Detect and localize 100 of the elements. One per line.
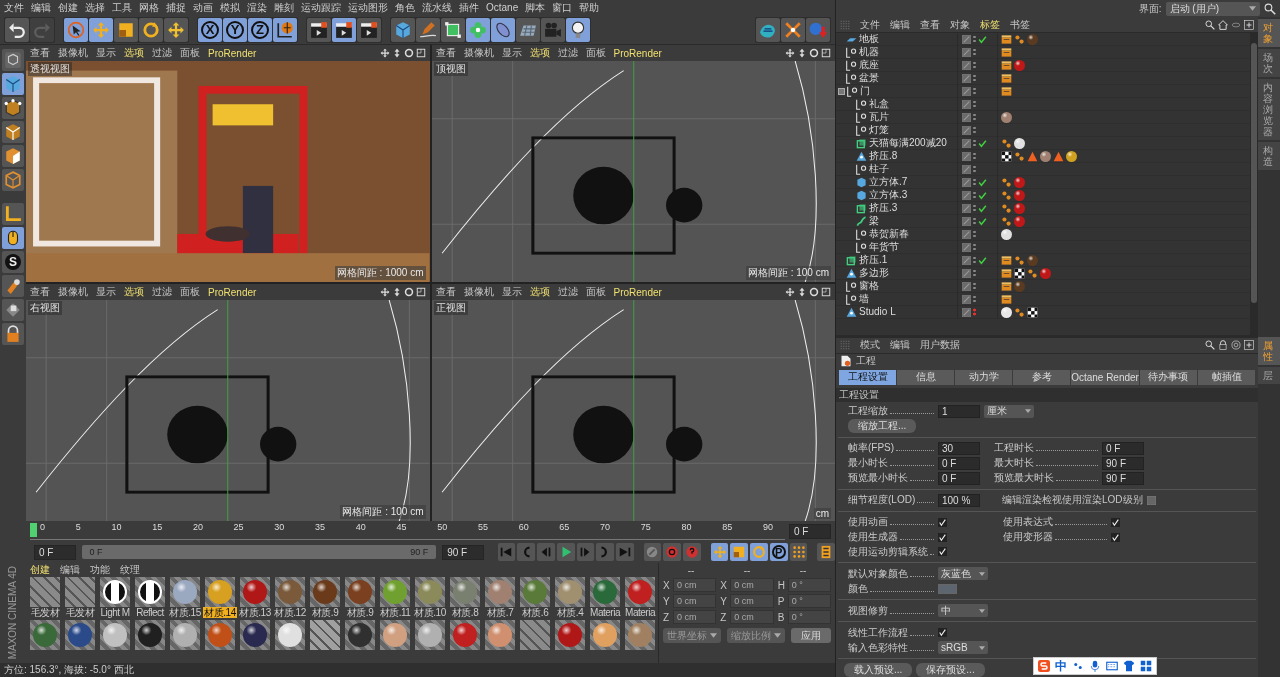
visibility-dots[interactable]	[973, 282, 976, 290]
render-tag-icon[interactable]	[1001, 59, 1012, 71]
layer-icon[interactable]	[962, 151, 971, 161]
cursor-icon[interactable]	[64, 17, 88, 42]
coordinate-field[interactable]: 0 cm	[673, 610, 717, 624]
menu-item[interactable]: 编辑	[890, 17, 910, 32]
menu-item[interactable]: 插件	[459, 1, 479, 14]
layer-icon[interactable]	[962, 255, 971, 265]
menu-item[interactable]: 捕捉	[166, 1, 186, 14]
menu-item[interactable]: 选项	[124, 285, 144, 299]
skip-start-icon[interactable]	[497, 543, 516, 561]
pen-icon[interactable]	[416, 17, 440, 42]
number-field[interactable]: 90 F	[1102, 456, 1144, 470]
render-tag-icon[interactable]	[1001, 46, 1012, 58]
menu-item[interactable]: 渲染	[247, 1, 267, 14]
layer-icon[interactable]	[962, 281, 971, 291]
side-tab[interactable]: 对象	[1258, 19, 1280, 47]
dots-tag-icon[interactable]	[1027, 267, 1038, 279]
dots-tag-icon[interactable]	[1001, 137, 1012, 149]
previous-key-icon[interactable]	[517, 543, 536, 561]
globe-icon[interactable]	[273, 17, 297, 42]
triangle-tag-icon[interactable]	[1027, 150, 1038, 162]
nav-rotate-icon[interactable]	[809, 48, 819, 58]
object-name[interactable]: 窗格	[859, 280, 879, 292]
caret-icon[interactable]	[979, 608, 985, 613]
side-tab[interactable]: 构造	[1258, 142, 1280, 170]
step-forward-icon[interactable]	[576, 543, 595, 561]
ime-mode[interactable]: 中	[1055, 657, 1067, 675]
layer-icon[interactable]	[962, 112, 971, 122]
coordinate-field[interactable]: 0 °	[787, 578, 831, 592]
menu-item[interactable]: 窗口	[552, 1, 573, 14]
caret-icon[interactable]	[1249, 6, 1256, 11]
visibility-dots[interactable]	[973, 178, 976, 186]
visibility-dots[interactable]	[973, 61, 976, 69]
object-name[interactable]: 挤压.3	[869, 202, 898, 214]
render-tag-icon[interactable]	[1001, 33, 1012, 45]
menu-item[interactable]: ProRender	[208, 286, 257, 298]
menu-item[interactable]: 查看	[435, 46, 456, 60]
lock-icon[interactable]	[2, 323, 24, 345]
flower-icon[interactable]	[466, 17, 490, 42]
tab[interactable]: Octane Render	[1071, 369, 1139, 385]
material-swatch[interactable]	[30, 620, 61, 650]
number-field[interactable]: 0 F	[938, 471, 980, 485]
side-tab[interactable]: 属性	[1258, 337, 1280, 365]
view-cube-icon[interactable]	[2, 49, 24, 71]
material-swatch[interactable]	[170, 577, 201, 607]
play-icon[interactable]	[556, 543, 575, 561]
material-tag[interactable]	[1014, 280, 1025, 292]
material-swatch[interactable]	[170, 620, 201, 650]
layout-dropdown[interactable]: 启动 (用户)	[1165, 1, 1260, 16]
object-name[interactable]: 恭贺新春	[869, 228, 909, 240]
cube-edges-icon[interactable]	[2, 121, 24, 143]
apply-button[interactable]: 应用	[791, 628, 831, 643]
dropdown[interactable]: 厘米	[984, 404, 1034, 418]
transform-icon[interactable]	[164, 17, 188, 42]
menu-item[interactable]: 脚本	[525, 1, 546, 14]
cube-frame-icon[interactable]	[441, 17, 465, 42]
nav-zoom-icon[interactable]	[797, 287, 807, 297]
layer-icon[interactable]	[962, 86, 971, 96]
menu-item[interactable]: 流水线	[422, 1, 452, 14]
triangle-tag-icon[interactable]	[1053, 150, 1064, 162]
layer-icon[interactable]	[962, 203, 971, 213]
menu-item[interactable]: 模式	[860, 338, 880, 353]
next-key-icon[interactable]	[596, 543, 614, 561]
material-swatch[interactable]	[30, 577, 61, 607]
layer-icon[interactable]	[962, 125, 971, 135]
coordinate-field[interactable]: 0 cm	[730, 578, 774, 592]
parameter-key-button[interactable]: P	[769, 543, 788, 561]
menu-item[interactable]: Octane	[486, 1, 519, 14]
number-field[interactable]: 0 F	[1102, 441, 1144, 455]
dots-tag-icon[interactable]	[1001, 176, 1012, 188]
dots-tag-icon[interactable]	[1014, 254, 1025, 266]
material-swatch[interactable]	[205, 620, 236, 650]
magnet-icon[interactable]	[2, 275, 24, 297]
material-tag[interactable]	[1014, 137, 1025, 149]
material-swatch[interactable]	[100, 620, 131, 650]
coordinate-field[interactable]: 0 °	[787, 594, 831, 608]
menu-item[interactable]: 对象	[950, 17, 970, 32]
material-tag[interactable]	[1014, 215, 1025, 227]
checkmark-icon[interactable]	[978, 177, 987, 187]
menu-item[interactable]: 创建	[29, 563, 50, 577]
visibility-dots[interactable]	[973, 48, 976, 56]
menu-item[interactable]: 查看	[30, 285, 50, 299]
checker-tag-icon[interactable]	[1014, 267, 1025, 279]
move-icon[interactable]	[710, 543, 729, 561]
scrollbar-thumb[interactable]	[1251, 43, 1257, 303]
visibility-dots[interactable]	[973, 230, 976, 238]
menu-item[interactable]: 网格	[139, 1, 159, 14]
object-name[interactable]: 梁	[869, 215, 879, 227]
material-swatch[interactable]	[275, 620, 306, 650]
grid-icon[interactable]	[1140, 660, 1152, 672]
ime-toolbar[interactable]: 中	[1033, 657, 1157, 675]
menu-item[interactable]: 工具	[112, 1, 132, 14]
menu-item[interactable]: 帮助	[579, 1, 600, 14]
record-icon[interactable]	[663, 543, 682, 561]
visibility-dots[interactable]	[973, 295, 976, 303]
material-swatch[interactable]	[135, 577, 166, 607]
number-field[interactable]: 30	[938, 441, 980, 455]
material-swatch[interactable]	[310, 577, 341, 607]
dots-tag-icon[interactable]	[1001, 189, 1012, 201]
